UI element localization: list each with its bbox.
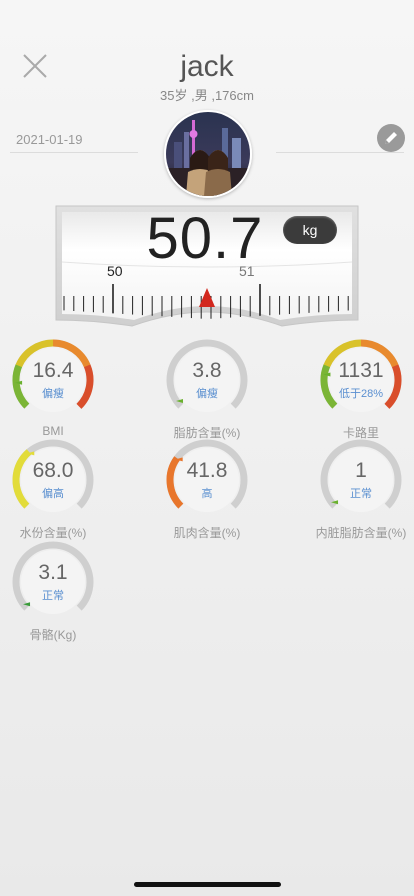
metric-value: 68.0	[32, 459, 74, 482]
metric-status: 偏瘦	[42, 388, 64, 400]
unit-toggle-button[interactable]: kg	[283, 216, 337, 244]
metric-gauge[interactable]: 3.1 正常	[10, 539, 96, 625]
divider-right	[276, 152, 404, 153]
metric-status: 正常	[350, 488, 372, 500]
edit-button[interactable]	[377, 124, 405, 152]
metric-gauge[interactable]: 1 正常	[318, 437, 404, 523]
metric-status: 低于28%	[338, 388, 384, 400]
divider-left	[10, 152, 138, 153]
metric-status: 高	[201, 488, 213, 500]
metric-value: 41.8	[186, 459, 228, 482]
weight-value: 50.7	[146, 206, 264, 271]
metric-value: 1	[355, 459, 367, 482]
metric-label: 内脏脂肪含量(%)	[315, 526, 407, 540]
metric-value: 16.4	[32, 359, 74, 382]
home-indicator	[134, 882, 281, 887]
tick-label-50: 50	[107, 263, 123, 279]
avatar-photo	[166, 112, 250, 196]
user-name: jack	[180, 50, 234, 83]
metric-label: 肌肉含量(%)	[173, 526, 241, 540]
metric-gauge[interactable]: 16.4 偏瘦	[10, 337, 96, 423]
metric-label: BMI	[42, 424, 64, 438]
metric-value: 3.1	[38, 561, 68, 584]
avatar[interactable]	[164, 110, 252, 198]
pencil-icon	[385, 132, 397, 144]
metric-gauge[interactable]: 3.8 偏瘦	[164, 337, 250, 423]
tick-label-51: 51	[239, 263, 255, 279]
metric-value: 1131	[338, 359, 384, 382]
metric-status: 偏瘦	[196, 388, 218, 400]
metric-value: 3.8	[192, 359, 222, 382]
metric-gauge[interactable]: 1131 低于28%	[318, 337, 404, 423]
metric-gauge[interactable]: 41.8 高	[164, 437, 250, 523]
metric-status: 正常	[42, 590, 64, 602]
metric-gauge[interactable]: 68.0 偏高	[10, 437, 96, 523]
record-date[interactable]: 2021-01-19	[16, 132, 83, 147]
metric-label: 骨骼(Kg)	[29, 628, 77, 642]
user-details: 35岁 ,男 ,176cm	[160, 88, 254, 103]
metric-status: 偏高	[42, 488, 64, 500]
